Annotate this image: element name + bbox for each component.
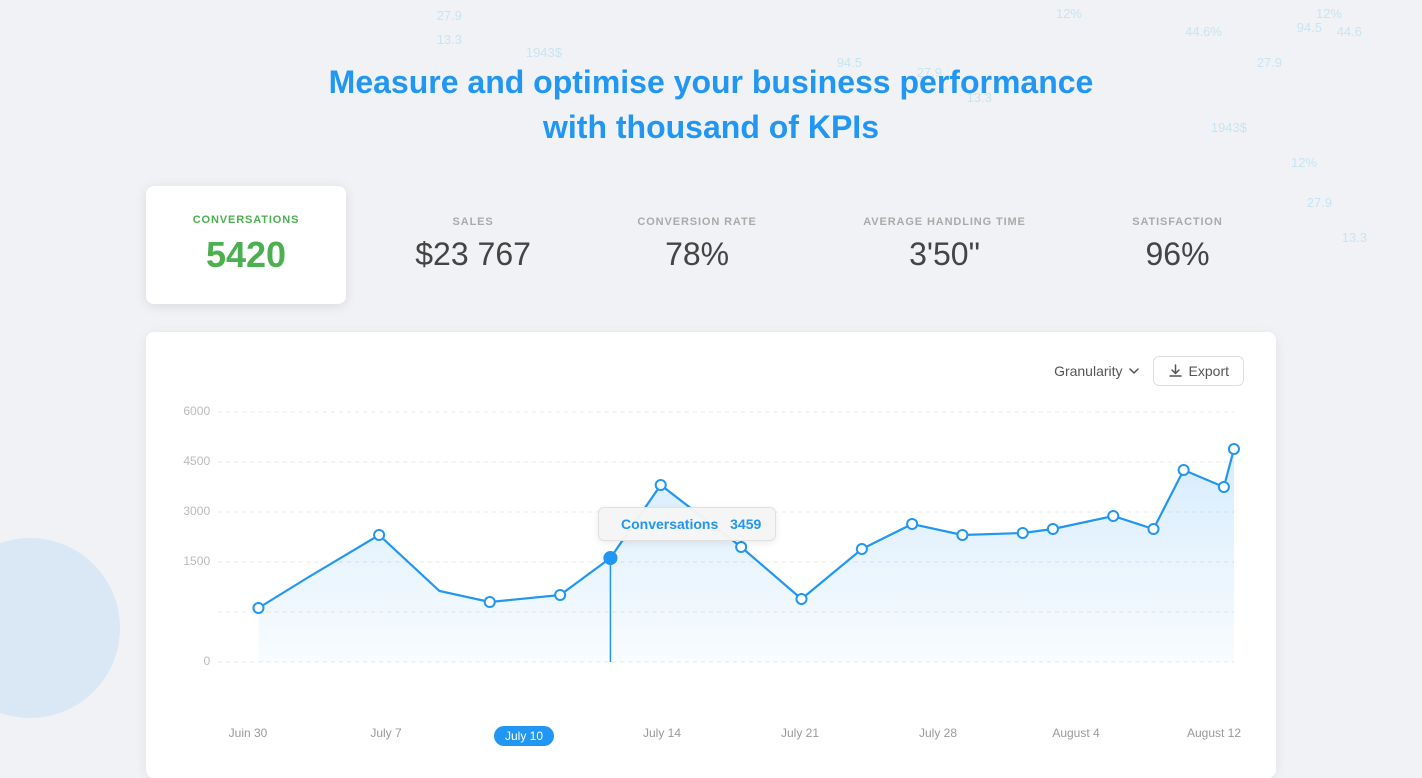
kpi-sales: SALES $23 767 <box>379 216 567 273</box>
data-point <box>907 519 917 529</box>
x-label-jul7: July 7 <box>356 726 416 746</box>
kpi-satisfaction-value: 96% <box>1145 236 1209 273</box>
svg-text:1500: 1500 <box>183 554 210 568</box>
kpi-handling-value: 3'50" <box>909 236 980 273</box>
data-point <box>1108 511 1118 521</box>
kpi-sales-label: SALES <box>453 216 494 228</box>
svg-text:6000: 6000 <box>183 404 210 418</box>
chevron-down-icon <box>1127 364 1141 378</box>
svg-text:3000: 3000 <box>183 504 210 518</box>
data-point <box>555 590 565 600</box>
chart-area: 6000 4500 3000 1500 0 <box>178 402 1244 722</box>
svg-text:4500: 4500 <box>183 454 210 468</box>
kpi-satisfaction: SATISFACTION 96% <box>1096 216 1258 273</box>
kpi-row: CONVERSATIONS 5420 SALES $23 767 CONVERS… <box>146 186 1276 304</box>
kpi-conversations-label: CONVERSATIONS <box>193 214 300 226</box>
data-point <box>796 594 806 604</box>
kpi-sales-value: $23 767 <box>415 236 531 273</box>
export-button[interactable]: Export <box>1153 356 1244 386</box>
chart-toolbar: Granularity Export <box>178 356 1244 386</box>
data-point <box>1219 482 1229 492</box>
data-point <box>485 597 495 607</box>
data-point <box>857 544 867 554</box>
x-label-jul21: July 21 <box>770 726 830 746</box>
x-label-jul28: July 28 <box>908 726 968 746</box>
main-content: Measure and optimise your business perfo… <box>0 0 1422 778</box>
kpi-conversations-value: 5420 <box>206 234 286 276</box>
kpi-conversion: CONVERSION RATE 78% <box>601 216 792 273</box>
x-axis: Juin 30 July 7 July 10 July 14 July 21 J… <box>178 722 1244 746</box>
data-point <box>736 542 746 552</box>
chart-card: Granularity Export <box>146 332 1276 778</box>
x-label-jul14: July 14 <box>632 726 692 746</box>
data-point <box>1148 524 1158 534</box>
x-label-jul10: July 10 <box>494 726 554 746</box>
kpi-conversion-label: CONVERSION RATE <box>637 216 756 228</box>
headline-title: Measure and optimise your business perfo… <box>329 60 1094 150</box>
kpi-group: SALES $23 767 CONVERSION RATE 78% AVERAG… <box>362 186 1276 304</box>
kpi-satisfaction-label: SATISFACTION <box>1132 216 1222 228</box>
data-point <box>253 603 263 613</box>
data-point <box>1179 465 1189 475</box>
x-label-aug12: August 12 <box>1184 726 1244 746</box>
data-point <box>1018 528 1028 538</box>
headline: Measure and optimise your business perfo… <box>329 60 1094 150</box>
download-icon <box>1168 363 1183 378</box>
kpi-conversion-value: 78% <box>665 236 729 273</box>
data-point <box>1229 444 1239 454</box>
data-point <box>656 480 666 490</box>
data-point <box>374 530 384 540</box>
data-point <box>957 530 967 540</box>
line-chart-svg: 6000 4500 3000 1500 0 <box>178 402 1244 702</box>
x-label-jun30: Juin 30 <box>218 726 278 746</box>
kpi-conversations-card: CONVERSATIONS 5420 <box>146 186 346 304</box>
export-label: Export <box>1189 363 1229 379</box>
data-point <box>1048 524 1058 534</box>
kpi-handling: AVERAGE HANDLING TIME 3'50" <box>827 216 1062 273</box>
granularity-label: Granularity <box>1054 363 1122 379</box>
granularity-button[interactable]: Granularity <box>1054 363 1140 379</box>
kpi-handling-label: AVERAGE HANDLING TIME <box>863 216 1026 228</box>
area-fill <box>258 449 1233 662</box>
svg-text:0: 0 <box>203 654 210 668</box>
x-label-aug4: August 4 <box>1046 726 1106 746</box>
